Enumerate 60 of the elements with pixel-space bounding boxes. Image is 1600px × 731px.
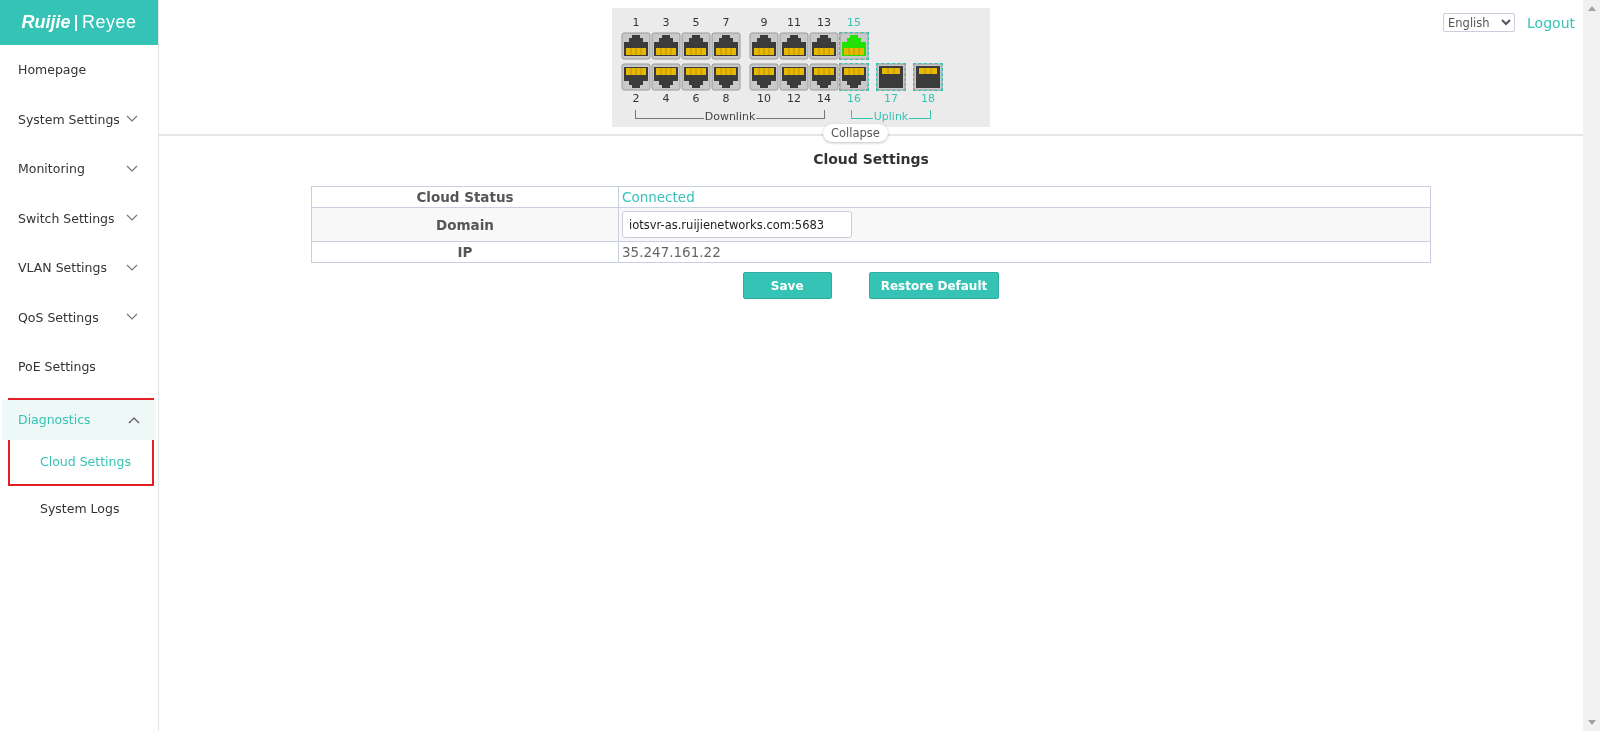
port-number: 18 [921, 92, 935, 106]
sidebar-item[interactable]: Switch Settings [0, 193, 158, 243]
port-number: 17 [884, 92, 898, 106]
port-number: 16 [847, 92, 861, 106]
chevron-icon [126, 164, 138, 173]
port-number: 14 [817, 92, 831, 106]
port-number: 9 [760, 16, 768, 30]
port-number: 15 [847, 16, 861, 30]
port-number: 8 [722, 92, 730, 106]
port-icon[interactable] [711, 32, 741, 60]
port-number: 5 [692, 16, 700, 30]
port-number: 6 [692, 92, 700, 106]
port-number: 11 [787, 16, 801, 30]
field-label: IP [311, 241, 619, 263]
logo-brand: Ruijie [21, 12, 71, 33]
port-icon[interactable] [681, 63, 711, 91]
sidebar-item[interactable]: VLAN Settings [0, 243, 158, 293]
port-icon[interactable] [779, 63, 809, 91]
chevron-icon [126, 263, 138, 272]
port-icon[interactable] [749, 32, 779, 60]
port-icon[interactable] [779, 32, 809, 60]
domain-input[interactable]: iotsvr-as.ruijienetworks.com:5683 [622, 211, 852, 238]
status-value: Connected [618, 186, 1431, 208]
port-number: 13 [817, 16, 831, 30]
sidebar-item[interactable]: System Settings [0, 94, 158, 144]
chevron-icon [128, 415, 140, 424]
logo-product: Reyee [82, 12, 137, 33]
port-icon[interactable] [913, 63, 943, 91]
collapse-button[interactable]: Collapse [823, 124, 888, 142]
port-number: 2 [632, 92, 640, 106]
chevron-icon [126, 115, 138, 124]
port-icon[interactable] [809, 63, 839, 91]
field-label: Cloud Status [311, 186, 619, 208]
port-icon[interactable] [621, 32, 651, 60]
page-title: Cloud Settings [813, 151, 929, 167]
chevron-icon [126, 214, 138, 223]
port-number: 7 [722, 16, 730, 30]
port-number: 1 [632, 16, 640, 30]
port-number: 10 [757, 92, 771, 106]
sidebar-item[interactable]: PoE Settings [0, 342, 158, 392]
port-icon[interactable] [621, 63, 651, 91]
port-number: 3 [662, 16, 670, 30]
port-icon[interactable] [711, 63, 741, 91]
field-value: 35.247.161.22 [618, 241, 1431, 263]
port-icon[interactable] [809, 32, 839, 60]
port-number: 12 [787, 92, 801, 106]
port-icon[interactable] [749, 63, 779, 91]
sidebar-subitem[interactable]: System Logs [0, 485, 158, 532]
port-icon[interactable] [681, 32, 711, 60]
sidebar-item[interactable]: QoS Settings [0, 292, 158, 342]
port-icon[interactable] [651, 63, 681, 91]
port-number: 4 [662, 92, 670, 106]
port-icon[interactable] [839, 63, 869, 91]
port-icon[interactable] [876, 63, 906, 91]
language-select[interactable]: English [1443, 13, 1516, 32]
sidebar-item[interactable]: Homepage [0, 45, 158, 95]
chevron-icon [126, 313, 138, 322]
port-icon[interactable] [651, 32, 681, 60]
sidebar-item[interactable]: Monitoring [0, 144, 158, 194]
field-label: Domain [311, 207, 619, 242]
